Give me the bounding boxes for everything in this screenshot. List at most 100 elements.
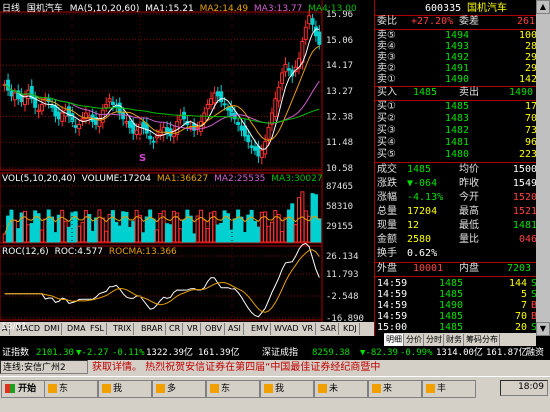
margin-label: 融资 — [526, 348, 545, 358]
indicator-tab[interactable]: FSL — [88, 323, 107, 335]
stock-code: 600335 — [425, 3, 462, 14]
sell-level-price: 1490 — [445, 74, 470, 85]
stock-chart-area[interactable]: 15.96 15.06 14.17 13.27 12.38 11.48 10.58 87465… — [0, 0, 374, 336]
clock[interactable]: 18:09 — [518, 382, 544, 392]
candle-body — [253, 146, 258, 151]
tick-volume: 144 — [508, 278, 527, 289]
weicha-label: 委差 — [459, 16, 479, 27]
candle-body — [141, 121, 146, 128]
volume-axis-label: 87465 — [326, 182, 353, 192]
price-axis-label: 14.17 — [326, 61, 353, 71]
candle-body — [39, 103, 44, 112]
window-icon — [426, 384, 435, 393]
stat-label: 涨幅 — [377, 192, 397, 203]
volume-bar — [239, 216, 244, 243]
quote-tab[interactable]: 分价 — [404, 334, 424, 346]
scroll-up-arrow[interactable]: ▲ — [536, 0, 550, 14]
volume-bar — [80, 221, 85, 243]
sell-level-label: 卖① — [377, 74, 396, 85]
sell-level-row[interactable]: 卖③ 1492 29 — [375, 52, 537, 63]
rocma-line — [4, 249, 320, 313]
tick-row[interactable]: 14:59 1485 70 B — [375, 311, 537, 322]
stat-value: 1520 — [512, 192, 537, 203]
tick-volume: 7 — [520, 300, 527, 311]
volume-bar — [100, 217, 105, 243]
volume-bar — [117, 225, 122, 243]
volume-bar — [280, 230, 285, 243]
indicator-tab[interactable]: CR — [167, 323, 184, 335]
sell-level-price: 1493 — [445, 41, 470, 52]
taskbar-window-button[interactable]: 未 — [314, 380, 368, 398]
taskbar-window-button[interactable]: 我 — [98, 380, 152, 398]
sell-level-row[interactable]: 卖④ 1493 28 — [375, 41, 537, 52]
sell-level-row[interactable]: 卖⑤ 1494 100 — [375, 30, 537, 41]
indicator-tab[interactable]: WVAD — [272, 323, 302, 335]
buy-level-label: 买④ — [377, 137, 396, 148]
taskbar-window-button[interactable]: 来 — [368, 380, 422, 398]
weibi-label: 委比 — [377, 16, 397, 27]
indicator-tab[interactable]: VR — [185, 323, 202, 335]
tick-row[interactable]: 14:59 1485 5 S — [375, 289, 537, 300]
inner-label: 内盘 — [459, 263, 479, 274]
quote-tab[interactable]: 分时 — [424, 334, 444, 346]
tick-row[interactable]: 14:59 1485 144 S — [375, 278, 537, 289]
vertical-scrollbar[interactable]: ▲ ▼ — [536, 0, 550, 336]
buy-level-row[interactable]: 买② 1483 70 — [375, 113, 537, 125]
taskbar-window-button[interactable]: 东 — [206, 380, 260, 398]
windows-logo-icon — [5, 384, 15, 393]
sell-level-row[interactable]: 卖② 1491 29 — [375, 63, 537, 74]
indicator-tab[interactable]: OBV — [203, 323, 226, 335]
taskbar-window-button[interactable]: 我 — [260, 380, 314, 398]
tick-row[interactable]: 15:00 1485 20 S — [375, 322, 537, 333]
candle-body — [87, 115, 92, 118]
indicator-tab[interactable]: ASI — [226, 323, 244, 335]
kline-chart[interactable]: 15.9615.0614.1713.2712.3811.4810.5887465… — [0, 0, 374, 336]
roc-axis-label: 26.134 — [326, 252, 359, 262]
taskbar-window-button[interactable]: 东 — [44, 380, 98, 398]
buy-level-price: 1483 — [445, 113, 470, 124]
sell-level-row[interactable]: 卖① 1490 142 — [375, 74, 537, 85]
vol-value: VOLUME:17204 — [81, 174, 152, 184]
start-button[interactable]: 开始 — [1, 380, 47, 398]
indicator-tab[interactable]: DMI — [42, 323, 63, 335]
tick-time: 15:00 — [377, 322, 408, 333]
volume-bar — [205, 228, 210, 243]
quote-tab[interactable]: 明细 — [384, 334, 404, 346]
window-icon — [264, 384, 273, 393]
candle-body — [127, 120, 132, 128]
candle-body — [219, 91, 224, 103]
indicator-tab[interactable]: VR — [300, 323, 317, 335]
scroll-down-arrow[interactable]: ▼ — [536, 322, 550, 336]
candle-body — [134, 129, 139, 135]
ma4-value: MA4:13.00 — [308, 4, 357, 14]
tick-row[interactable]: 14:59 1490 7 B — [375, 300, 537, 311]
indicator-tab[interactable]: EMV — [249, 323, 272, 335]
quote-tab[interactable]: 筹码分布 — [464, 334, 500, 346]
window-icon — [102, 384, 111, 393]
news-ticker[interactable]: 连线:安信广州2 获取详情。 热烈祝贺安信证券在第四届“中国最佳证券经纪商暨中 — [0, 360, 550, 376]
candle-body — [73, 125, 78, 128]
indicator-tab[interactable]: SAR — [318, 323, 340, 335]
candle-body — [148, 135, 153, 140]
buy-level-row[interactable]: 买④ 1481 96 — [375, 137, 537, 149]
volume-bar — [181, 219, 186, 243]
candle-body — [202, 112, 207, 124]
quote-tab[interactable]: 财务 — [444, 334, 464, 346]
stat-row: 总量 17204 最高 1521 — [375, 205, 537, 219]
index2-amount2: 161.87亿 — [486, 348, 528, 358]
candle-body — [310, 18, 315, 25]
buy-level-row[interactable]: 买⑤ 1480 223 — [375, 149, 537, 161]
indicator-tab[interactable]: DMA — [65, 323, 89, 335]
candle-body — [100, 109, 105, 123]
buy-level-row[interactable]: 买③ 1482 73 — [375, 125, 537, 137]
indicator-tab[interactable]: BRAR — [139, 323, 166, 335]
tick-price: 1485 — [439, 311, 464, 322]
taskbar-window-button[interactable]: 丰 — [422, 380, 476, 398]
indicator-tab[interactable]: TRIX — [111, 323, 135, 335]
ticker-text[interactable]: 获取详情。 热烈祝贺安信证券在第四届“中国最佳证券经纪商暨中 — [92, 360, 380, 376]
buy-level-row[interactable]: 买① 1485 17 — [375, 101, 537, 113]
taskbar-window-button[interactable]: 多 — [152, 380, 206, 398]
candle-body — [161, 126, 166, 135]
indicator-tab[interactable]: KDJ — [341, 323, 360, 335]
volume-bar — [94, 217, 99, 243]
